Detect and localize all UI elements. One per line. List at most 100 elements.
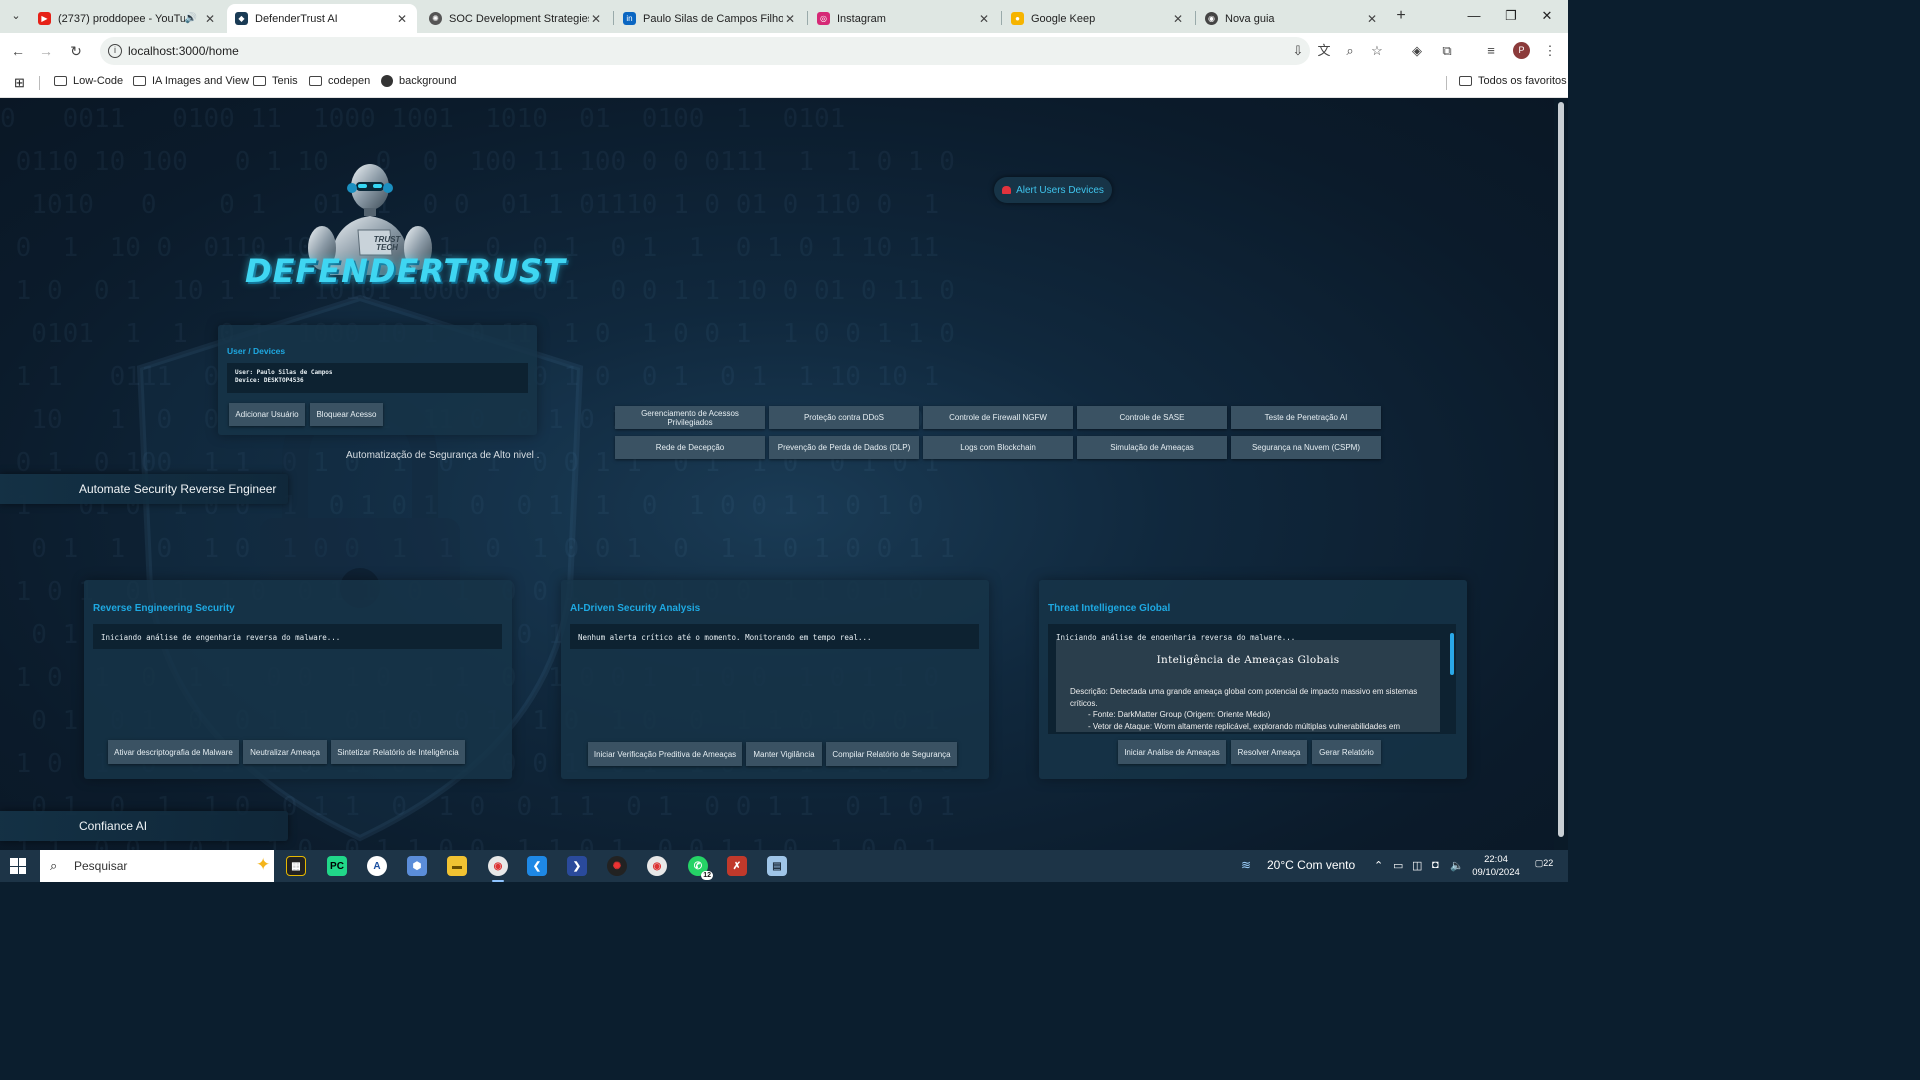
minimize-button[interactable]: — [1459, 6, 1489, 26]
tab-google-keep[interactable]: ● Google Keep ✕ [1003, 4, 1193, 33]
tray-device-icon[interactable]: ▭ [1393, 859, 1403, 872]
feature-button-pam[interactable]: Gerenciamento de Acessos Privilegiados [615, 406, 765, 429]
site-info-icon[interactable]: i [108, 44, 122, 58]
feature-button-ngfw[interactable]: Controle de Firewall NGFW [923, 406, 1073, 429]
notepad-icon[interactable]: ▤ [767, 856, 787, 876]
feature-button-ddos[interactable]: Proteção contra DDoS [769, 406, 919, 429]
close-tab-icon[interactable]: ✕ [1365, 12, 1379, 26]
feature-button-threat-simulation[interactable]: Simulação de Ameaças [1077, 436, 1227, 459]
zoom-icon[interactable]: ⌕ [1341, 42, 1359, 60]
speaker-icon[interactable]: 🔊 [185, 13, 197, 24]
neutralize-threat-button[interactable]: Neutralizar Ameaça [243, 740, 327, 764]
feature-button-deception-network[interactable]: Rede de Decepção [615, 436, 765, 459]
apps-grid-icon[interactable]: ⊞ [14, 75, 25, 91]
alert-users-devices-button[interactable]: Alert Users Devices [994, 177, 1112, 203]
menu-kebab-icon[interactable]: ⋮ [1541, 42, 1559, 60]
pycharm-icon[interactable]: PC [327, 856, 347, 876]
reload-button[interactable]: ↻ [67, 42, 85, 60]
tray-chevron-icon[interactable]: ⌃ [1374, 859, 1383, 872]
activate-malware-decryption-button[interactable]: Ativar descriptografia de Malware [108, 740, 239, 764]
tab-search-icon[interactable]: ⌄ [6, 6, 26, 26]
profile-avatar[interactable]: P [1513, 42, 1530, 59]
section-header-reverse-engineer: Automate Security Reverse Engineer [0, 474, 288, 504]
install-app-icon[interactable]: ⇩ [1289, 42, 1307, 60]
taskbar-search[interactable]: ⌕ Pesquisar ✦ [40, 850, 274, 882]
taskbar-clock[interactable]: 22:04 09/10/2024 [1471, 853, 1521, 879]
media-control-icon[interactable]: ≡ [1482, 42, 1500, 60]
close-tab-icon[interactable]: ✕ [1171, 12, 1185, 26]
close-window-button[interactable]: ✕ [1532, 6, 1562, 26]
back-button[interactable]: ← [9, 42, 27, 60]
close-tab-icon[interactable]: ✕ [977, 12, 991, 26]
feature-button-pentest-ai[interactable]: Teste de Penetração AI [1231, 406, 1381, 429]
powershell-icon[interactable]: ❯ [567, 856, 587, 876]
whatsapp-badge: 12 [701, 871, 713, 880]
tab-youtube[interactable]: ▶ (2737) proddopee - YouTube 🔊 ✕ [30, 4, 225, 33]
app-hex-icon[interactable]: ⬢ [407, 856, 427, 876]
weather-wind-icon: ≋ [1241, 858, 1252, 872]
user-devices-title: User / Devices [227, 346, 286, 356]
compile-security-report-button[interactable]: Compilar Relatório de Segurança [826, 742, 957, 766]
translate-icon[interactable]: 文 [1315, 42, 1333, 60]
vscode-icon[interactable]: ❮ [527, 856, 547, 876]
tab-defendertrust[interactable]: ◆ DefenderTrust AI ✕ [227, 4, 417, 33]
new-tab-button[interactable]: + [1392, 6, 1410, 26]
threat-intelligence-title: Threat Intelligence Global [1048, 603, 1171, 614]
tab-linkedin[interactable]: in Paulo Silas de Campos Filho | LinkedI… [615, 4, 805, 33]
notification-center-icon[interactable]: ▢22 [1534, 858, 1554, 874]
tray-camera-icon[interactable]: ◘ [1432, 859, 1439, 871]
tab-instagram[interactable]: ◎ Instagram ✕ [809, 4, 999, 33]
feature-button-blockchain-logs[interactable]: Logs com Blockchain [923, 436, 1073, 459]
synthesize-intel-report-button[interactable]: Sintetizar Relatório de Inteligência [331, 740, 465, 764]
close-tab-icon[interactable]: ✕ [395, 12, 409, 26]
extensions-puzzle-icon[interactable]: ⧉ [1438, 42, 1456, 60]
close-tab-icon[interactable]: ✕ [783, 12, 797, 26]
tab-nova-guia[interactable]: ◉ Nova guia ✕ [1197, 4, 1387, 33]
app-a-icon[interactable]: A [367, 856, 387, 876]
bookmark-ia-images[interactable]: IA Images and View [133, 75, 249, 87]
page-scrollbar-thumb[interactable] [1558, 102, 1564, 837]
generate-report-button[interactable]: Gerar Relatório [1312, 740, 1381, 764]
chrome-profile-icon[interactable]: ◉ [647, 856, 667, 876]
whatsapp-icon[interactable]: ✆ 12 [688, 856, 713, 880]
feature-button-dlp[interactable]: Prevenção de Perda de Dados (DLP) [769, 436, 919, 459]
bookmark-background[interactable]: background [381, 75, 457, 87]
extension-fox-icon[interactable]: ◈ [1408, 42, 1426, 60]
add-user-button[interactable]: Adicionar Usuário [229, 403, 305, 426]
taskbar-app-icon[interactable]: ▦ [286, 856, 306, 876]
address-bar[interactable]: i localhost:3000/home [100, 37, 1310, 65]
bookmark-star-icon[interactable]: ☆ [1368, 42, 1386, 60]
start-predictive-scan-button[interactable]: Iniciar Verificação Preditiva de Ameaças [588, 742, 742, 766]
global-threat-intel-card[interactable]: Inteligência de Ameaças Globais Descriçã… [1056, 640, 1440, 732]
scrollbar-thumb[interactable] [1450, 633, 1454, 675]
instagram-icon: ◎ [817, 12, 830, 25]
feature-button-cspm[interactable]: Segurança na Nuvem (CSPM) [1231, 436, 1381, 459]
weather-widget[interactable]: ≋ 20°C Com vento [1241, 858, 1355, 872]
block-access-button[interactable]: Bloquear Acesso [310, 403, 383, 426]
start-threat-analysis-button[interactable]: Iniciar Análise de Ameaças [1118, 740, 1226, 764]
volume-icon[interactable]: 🔈 [1450, 859, 1464, 872]
close-tab-icon[interactable]: ✕ [589, 12, 603, 26]
bookmark-codepen[interactable]: codepen [309, 75, 370, 87]
chrome-icon: ◉ [1205, 12, 1218, 25]
tray-network-icon[interactable]: ◫ [1412, 859, 1422, 872]
bookmark-tenis[interactable]: Tenis [253, 75, 298, 87]
restore-button[interactable]: ❐ [1496, 6, 1526, 26]
chrome-taskbar-icon[interactable]: ◉ [488, 856, 508, 882]
url-text[interactable]: localhost:3000/home [128, 44, 239, 58]
resolve-threat-button[interactable]: Resolver Ameaça [1231, 740, 1307, 764]
feature-button-sase[interactable]: Controle de SASE [1077, 406, 1227, 429]
app-red-icon[interactable]: ✺ [607, 856, 627, 876]
file-explorer-icon[interactable]: ▬ [447, 856, 467, 876]
threat-console-scrollbar[interactable] [1449, 627, 1455, 733]
bookmark-low-code[interactable]: Low-Code [54, 75, 123, 87]
all-bookmarks[interactable]: Todos os favoritos [1459, 75, 1567, 87]
tab-soc-strategies[interactable]: ✺ SOC Development Strategies ✕ [421, 4, 611, 33]
page-scrollbar[interactable] [1554, 98, 1568, 850]
windows-start-icon[interactable] [10, 858, 26, 874]
forward-button[interactable]: → [37, 42, 55, 60]
close-tab-icon[interactable]: ✕ [203, 12, 217, 26]
browser-toolbar: ← → ↻ i localhost:3000/home ⇩ 文 ⌕ ☆ ◈ ⧉ … [0, 33, 1568, 68]
app-tool-icon[interactable]: ✗ [727, 856, 747, 876]
maintain-vigilance-button[interactable]: Manter Vigilância [746, 742, 822, 766]
